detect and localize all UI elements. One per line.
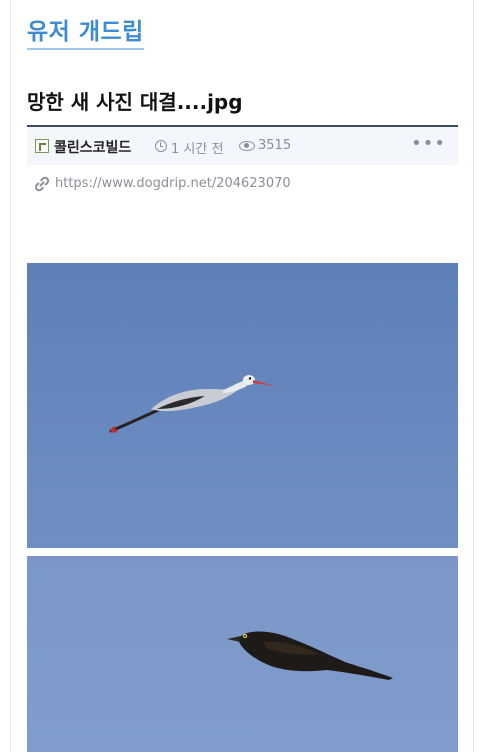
post-title: 망한 새 사진 대결....jpg (27, 90, 243, 114)
board-title[interactable]: 유저 개드립 (27, 12, 144, 50)
eye-icon (239, 141, 255, 151)
author-name[interactable]: 콜린스코빌드 (54, 137, 131, 157)
source-url[interactable]: https://www.dogdrip.net/204623070 (55, 176, 291, 191)
more-options-icon[interactable]: ••• (411, 133, 446, 154)
view-count: 3515 (258, 138, 292, 153)
link-icon (34, 176, 50, 192)
clock-icon (155, 140, 167, 152)
post-page: 유저 개드립 망한 새 사진 대결....jpg 콜린스코빌드 1 시간 전 3… (10, 0, 474, 752)
crow-photo (27, 556, 458, 752)
post-meta-bar: 콜린스코빌드 1 시간 전 3515 ••• (27, 125, 458, 165)
stork-photo (27, 263, 458, 548)
post-time: 1 시간 전 (171, 142, 224, 157)
author-level-icon (35, 139, 49, 153)
